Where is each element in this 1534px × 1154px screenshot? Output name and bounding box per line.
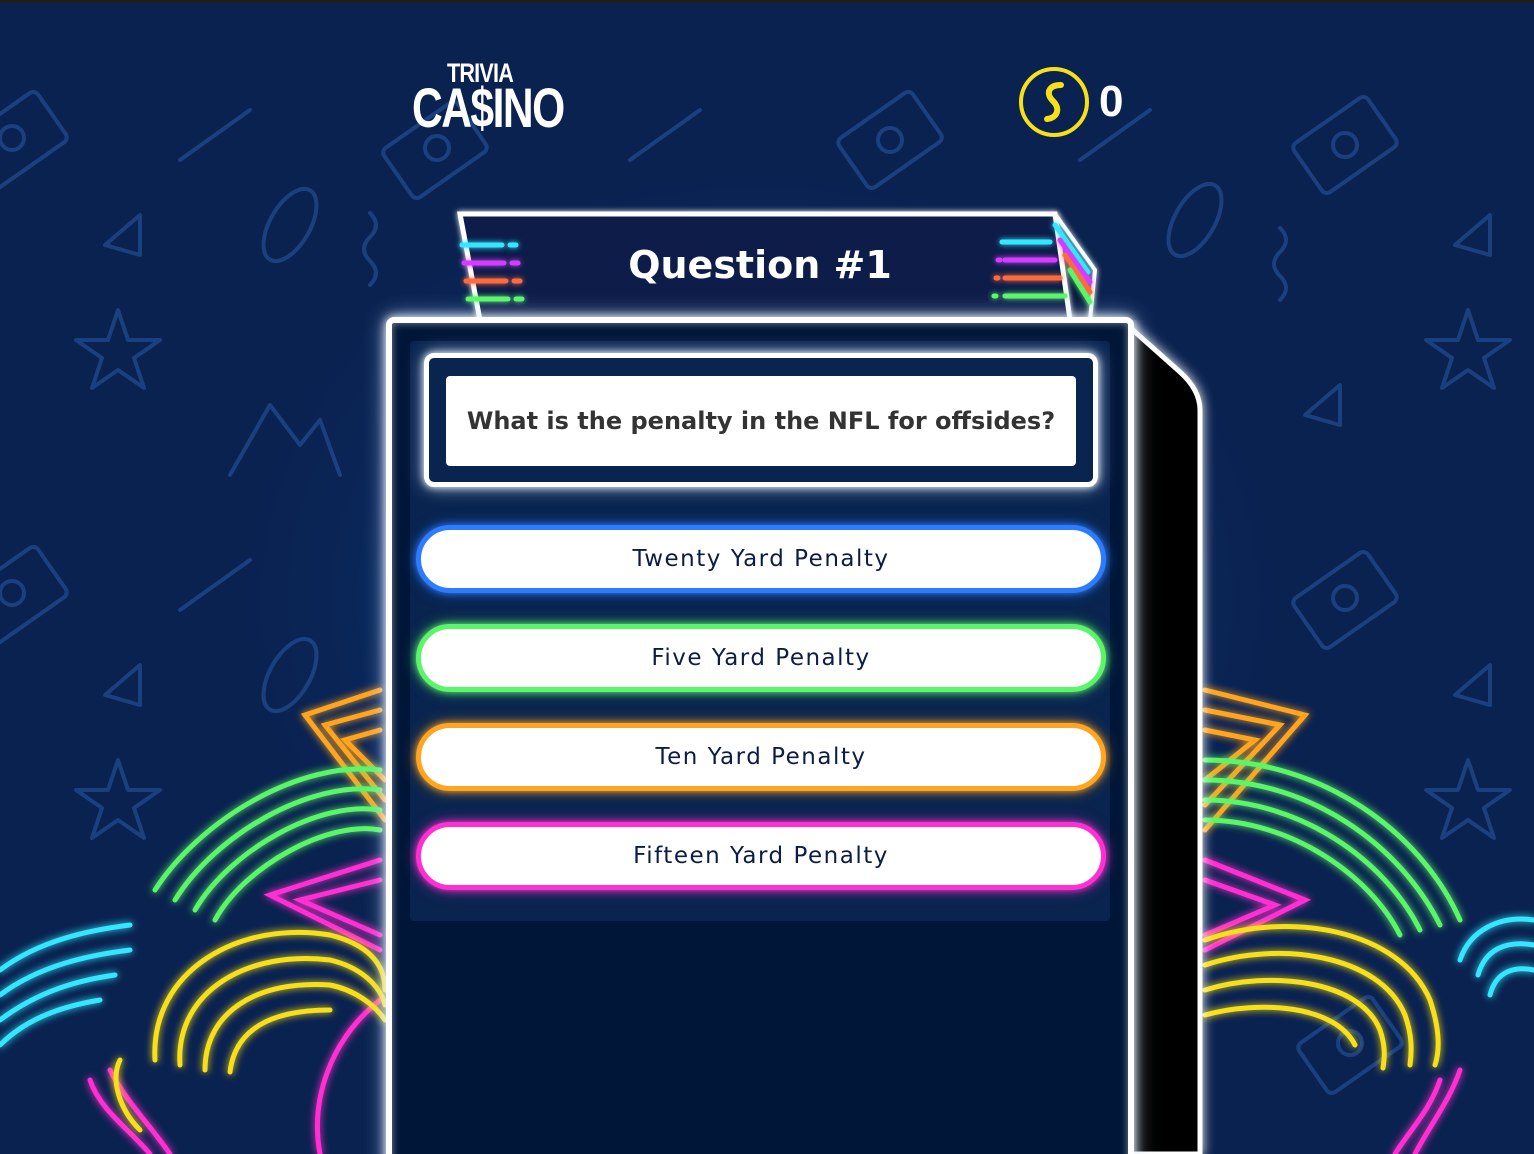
money-bill-icon bbox=[1291, 94, 1399, 196]
answer-button-4[interactable]: Fifteen Yard Penalty bbox=[416, 822, 1106, 890]
machine-side-panel bbox=[1123, 320, 1203, 1154]
money-bill-icon bbox=[1291, 549, 1399, 651]
question-text: What is the penalty in the NFL for offsi… bbox=[466, 407, 1056, 435]
answer-button-1[interactable]: Twenty Yard Penalty bbox=[416, 525, 1106, 593]
neon-swirl-right bbox=[1202, 687, 1534, 1154]
coin-count: 0 bbox=[1099, 77, 1124, 126]
game-screen: TRIVIA CA$INO 0 Question #1 What is the … bbox=[0, 0, 1534, 1154]
question-box: What is the penalty in the NFL for offsi… bbox=[446, 376, 1076, 466]
coin-icon bbox=[1019, 67, 1089, 137]
answer-button-3[interactable]: Ten Yard Penalty bbox=[416, 723, 1106, 791]
answer-button-2[interactable]: Five Yard Penalty bbox=[416, 624, 1106, 692]
question-number-title: Question #1 bbox=[628, 243, 892, 287]
answer-label: Twenty Yard Penalty bbox=[632, 546, 890, 572]
money-bill-icon bbox=[836, 89, 944, 191]
answer-label: Ten Yard Penalty bbox=[655, 744, 867, 770]
money-bill-icon bbox=[0, 89, 69, 191]
answer-label: Fifteen Yard Penalty bbox=[633, 843, 889, 869]
neon-swirl-left bbox=[0, 687, 388, 1154]
money-bill-icon bbox=[0, 544, 69, 646]
money-bill-icon bbox=[1296, 994, 1404, 1096]
logo-line-casino: CA$INO bbox=[412, 76, 565, 139]
trivia-casino-logo: TRIVIA CA$INO bbox=[410, 58, 565, 139]
answer-label: Five Yard Penalty bbox=[651, 645, 871, 671]
